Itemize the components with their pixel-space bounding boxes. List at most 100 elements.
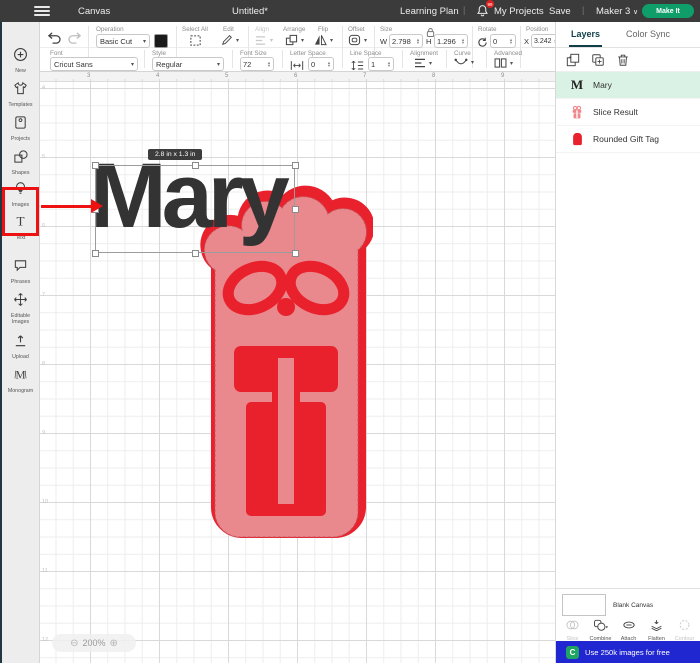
undo-icon[interactable] xyxy=(46,32,61,45)
layers-toolbar xyxy=(556,48,700,72)
redo-icon[interactable] xyxy=(68,32,83,45)
stepper-icon[interactable]: ▲▼ xyxy=(387,61,391,68)
stepper-icon[interactable]: ▲▼ xyxy=(461,38,465,45)
arrange-icon[interactable]: ▾ xyxy=(285,34,304,46)
selection-handle[interactable] xyxy=(92,250,99,257)
tab-color-sync[interactable]: Color Sync xyxy=(626,29,670,39)
curve-icon[interactable]: ▾ xyxy=(454,58,474,67)
sidebar-item-shapes[interactable]: Shapes xyxy=(2,149,39,176)
selection-handle[interactable] xyxy=(292,250,299,257)
font-dropdown[interactable]: Cricut Sans▾ xyxy=(50,57,138,71)
selection-handle[interactable] xyxy=(192,162,199,169)
edit-pencil-icon[interactable]: ▾ xyxy=(221,34,239,46)
sidebar-item-upload[interactable]: Upload xyxy=(2,333,39,360)
layer-row-rounded-gift-tag[interactable]: Rounded Gift Tag xyxy=(556,126,700,153)
edit-toolbar: Operation Basic Cut▾ Select All Edit ▾ A… xyxy=(40,22,555,72)
position-label: Position xyxy=(526,26,548,33)
sidebar-item-new[interactable]: New xyxy=(2,47,39,74)
flatten-button[interactable]: Flatten xyxy=(643,618,670,641)
operation-label: Operation xyxy=(96,26,124,33)
zoom-in-icon[interactable]: ⊕ xyxy=(110,638,118,649)
save-button[interactable]: Save xyxy=(549,6,571,17)
promo-banner[interactable]: C Use 250k images for free xyxy=(556,641,700,663)
alignment-icon[interactable]: ▾ xyxy=(414,58,432,68)
blank-canvas-swatch[interactable] xyxy=(562,594,606,616)
size-label: Size xyxy=(380,26,392,33)
annotation-arrowhead xyxy=(91,199,103,213)
my-projects-link[interactable]: My Projects xyxy=(494,6,544,17)
width-field[interactable]: 2.798▲▼ xyxy=(389,34,423,48)
stepper-icon[interactable]: ▲▼ xyxy=(509,38,513,45)
monogram-icon: M xyxy=(13,367,28,382)
line-space-field[interactable]: 1▲▼ xyxy=(368,57,394,71)
layer-actions: Slice ▾ Combine Attach Flatten Contour xyxy=(556,618,700,641)
duplicate-icon[interactable] xyxy=(591,53,605,72)
flatten-icon xyxy=(650,619,663,631)
sidebar-item-phrases[interactable]: Phrases xyxy=(2,258,39,285)
tab-layers[interactable]: Layers xyxy=(571,29,600,39)
shapes-icon xyxy=(13,149,28,164)
selection-handle[interactable] xyxy=(292,206,299,213)
svg-text:M: M xyxy=(15,369,25,381)
panel-divider xyxy=(556,588,700,589)
selection-handle[interactable] xyxy=(92,162,99,169)
annotation-highlight-box xyxy=(2,187,39,236)
zoom-out-icon[interactable]: ⊖ xyxy=(70,638,78,649)
height-field[interactable]: 1.296▲▼ xyxy=(434,34,468,48)
promo-text: Use 250k images for free xyxy=(585,648,670,657)
letter-space-field[interactable]: 0▲▼ xyxy=(308,57,334,71)
advanced-icon[interactable]: ▾ xyxy=(494,58,513,68)
learning-plan-link[interactable]: Learning Plan xyxy=(400,6,459,17)
contour-icon xyxy=(678,619,691,631)
material-color-swatch[interactable] xyxy=(154,34,168,48)
flip-icon[interactable]: ▾ xyxy=(314,34,333,46)
slice-result-layer-icon xyxy=(569,105,585,119)
align-label: Align xyxy=(255,26,269,33)
annotation-arrow xyxy=(41,205,92,208)
notifications-bell-icon[interactable]: 99 xyxy=(476,4,489,22)
alignment-label: Alignment xyxy=(410,50,438,57)
text-layer-icon: M xyxy=(569,77,585,93)
zoom-control[interactable]: ⊖ 200% ⊕ xyxy=(52,634,136,652)
offset-label: Offset xyxy=(348,26,365,33)
operation-dropdown[interactable]: Basic Cut▾ xyxy=(96,34,150,48)
combine-button[interactable]: ▾ Combine xyxy=(587,618,614,641)
document-title[interactable]: Untitled* xyxy=(205,6,295,17)
selection-bounding-box[interactable] xyxy=(95,165,295,253)
combine-icon: ▾ xyxy=(593,619,608,631)
attach-button[interactable]: Attach xyxy=(615,618,642,641)
select-all-icon[interactable] xyxy=(189,34,202,47)
stepper-icon[interactable]: ▲▼ xyxy=(327,61,331,68)
gift-tag-layer-icon xyxy=(569,132,585,146)
stepper-icon[interactable]: ▲▼ xyxy=(267,61,271,68)
style-label: Style xyxy=(152,50,166,57)
style-dropdown[interactable]: Regular▾ xyxy=(152,57,224,71)
font-label: Font xyxy=(50,50,63,57)
select-all-label: Select All xyxy=(182,26,208,33)
letter-space-label: Letter Space xyxy=(290,50,326,57)
stepper-icon[interactable]: ▲▼ xyxy=(416,38,420,45)
selection-handle[interactable] xyxy=(292,162,299,169)
font-size-field[interactable]: 72▲▼ xyxy=(240,57,274,71)
sidebar-item-monogram[interactable]: M Monogram xyxy=(2,367,39,394)
delete-icon[interactable] xyxy=(616,53,630,72)
offset-icon[interactable]: ▾ xyxy=(348,34,367,46)
menu-icon[interactable] xyxy=(34,6,50,16)
panel-tabs: Layers Color Sync xyxy=(556,22,700,48)
contour-button: Contour xyxy=(671,618,698,641)
layer-row-slice-result[interactable]: Slice Result xyxy=(556,99,700,126)
sidebar-item-editable-images[interactable]: Editable Images xyxy=(2,292,39,325)
machine-selector[interactable]: Maker 3 ∨ xyxy=(596,6,638,17)
group-icon[interactable] xyxy=(566,53,580,72)
sidebar-item-templates[interactable]: Templates xyxy=(2,81,39,108)
header-divider: | xyxy=(463,5,465,15)
rotate-field[interactable]: 0▲▼ xyxy=(490,34,516,48)
sidebar-item-projects[interactable]: Projects xyxy=(2,115,39,142)
layer-row-mary[interactable]: M Mary xyxy=(556,72,700,99)
blank-canvas-label: Blank Canvas xyxy=(613,602,653,609)
make-it-button[interactable]: Make It xyxy=(642,4,694,18)
selection-handle[interactable] xyxy=(192,250,199,257)
projects-icon xyxy=(13,115,28,130)
selection-size-tooltip: 2.8 in x 1.3 in xyxy=(148,149,202,160)
design-canvas[interactable]: 3 4 5 6 7 8 9 4 5 6 7 8 9 10 11 12 Mary xyxy=(40,72,555,663)
